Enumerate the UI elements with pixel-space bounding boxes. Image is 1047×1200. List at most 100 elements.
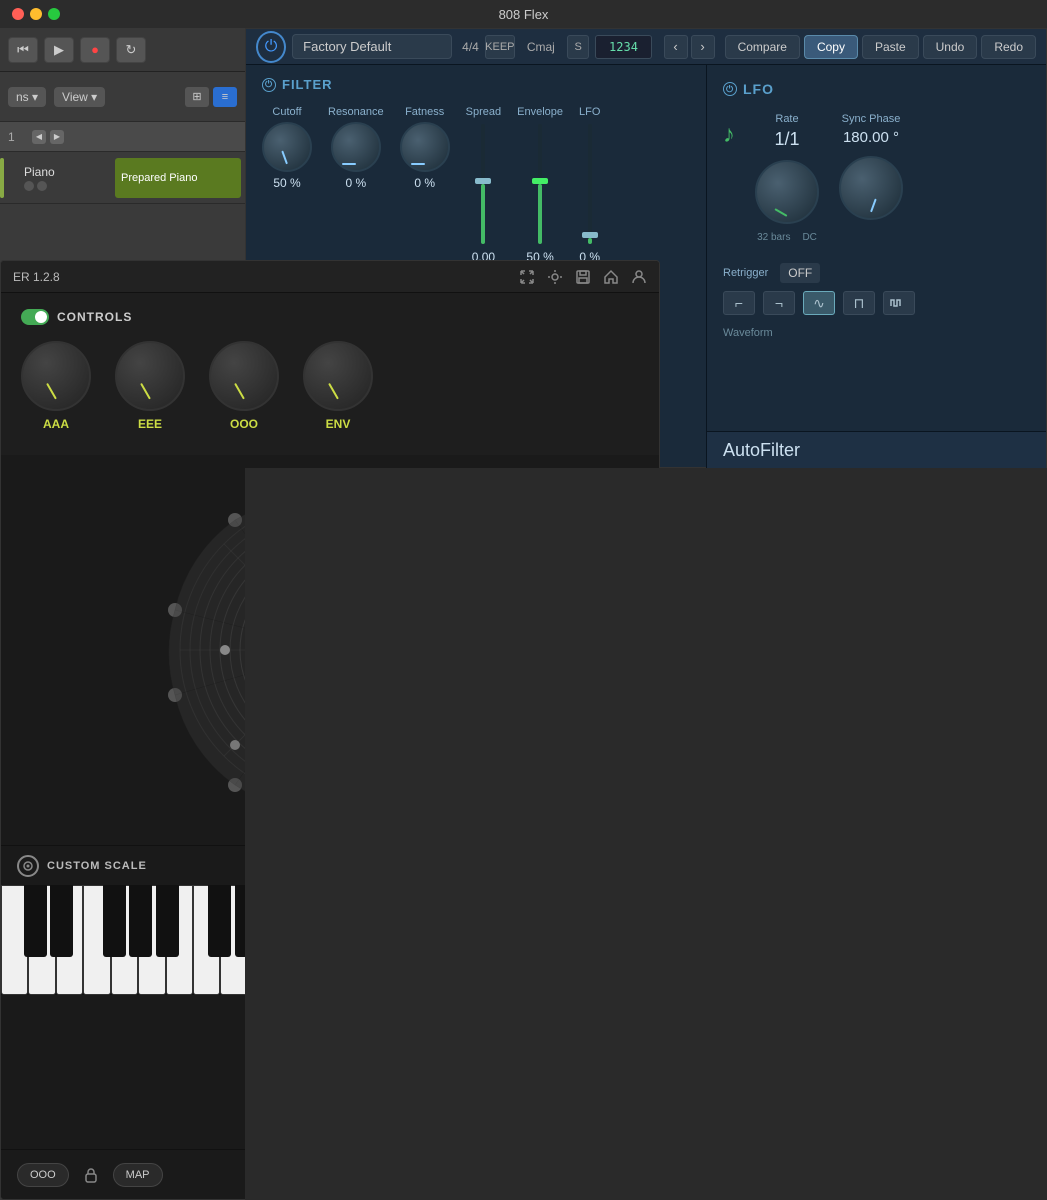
vowel-title-bar: ER 1.2.8 bbox=[1, 261, 659, 293]
autofilter-bar: AutoFilter bbox=[707, 431, 1046, 469]
waveform-ramp-btn[interactable]: ¬ bbox=[763, 291, 795, 315]
lfo-fill bbox=[588, 238, 592, 244]
keep-btn[interactable]: KEEP bbox=[485, 35, 515, 59]
black-key[interactable] bbox=[50, 885, 73, 957]
black-key[interactable] bbox=[24, 885, 47, 957]
maximize-button[interactable] bbox=[48, 8, 60, 20]
lfo-power-btn[interactable]: ⏻ bbox=[723, 82, 737, 96]
lfo-bottom: Retrigger OFF ⌐ ¬ ∿ ⊓ Waveform bbox=[723, 263, 1030, 339]
track-number: 1 bbox=[8, 130, 28, 144]
lfo-label: LFO bbox=[579, 106, 600, 118]
user-icon[interactable] bbox=[631, 269, 647, 285]
track-header-row: 1 ◀ ▶ bbox=[0, 122, 245, 152]
close-button[interactable] bbox=[12, 8, 24, 20]
eee-knob-wrap: EEE bbox=[115, 341, 185, 431]
ooo-map-btn[interactable]: MAP bbox=[113, 1163, 163, 1187]
nav-next-btn[interactable]: › bbox=[691, 35, 715, 59]
s-btn[interactable]: S bbox=[567, 35, 590, 59]
waveform-square-btn[interactable]: ⊓ bbox=[843, 291, 875, 315]
track-row: Piano Prepared Piano bbox=[0, 152, 245, 204]
envelope-slider[interactable] bbox=[538, 124, 542, 244]
fatness-knob[interactable] bbox=[400, 122, 450, 172]
spread-thumb[interactable] bbox=[475, 178, 491, 184]
copy-btn[interactable]: Copy bbox=[804, 35, 858, 59]
vowel-controls: CONTROLS AAA EEE OOO bbox=[1, 293, 659, 455]
play-button[interactable]: ▶ bbox=[44, 37, 74, 63]
retrigger-label: Retrigger bbox=[723, 267, 768, 279]
spread-slider[interactable] bbox=[481, 124, 485, 244]
retrigger-value[interactable]: OFF bbox=[780, 263, 820, 283]
lfo-rate-knob[interactable] bbox=[755, 160, 819, 224]
envelope-label: Envelope bbox=[517, 106, 563, 118]
vowel-knobs: AAA EEE OOO ENV bbox=[21, 341, 639, 431]
nav-prev-btn[interactable]: ‹ bbox=[664, 35, 688, 59]
rewind-button[interactable]: ⏮ bbox=[8, 37, 38, 63]
vowel-icons bbox=[519, 269, 647, 285]
fatness-value: 0 % bbox=[414, 176, 435, 190]
compare-btn[interactable]: Compare bbox=[725, 35, 800, 59]
filter-power[interactable]: ⏻ bbox=[262, 78, 276, 92]
waveform-sawtooth-btn[interactable]: ⌐ bbox=[723, 291, 755, 315]
aaa-knob[interactable] bbox=[21, 341, 91, 411]
save-icon[interactable] bbox=[575, 269, 591, 285]
lfo-rate-label: Rate bbox=[775, 113, 798, 125]
loop-button[interactable]: ↻ bbox=[116, 37, 146, 63]
aaa-indicator bbox=[46, 383, 57, 400]
aaa-label: AAA bbox=[43, 417, 69, 431]
black-key[interactable] bbox=[129, 885, 152, 957]
scale-icon bbox=[17, 855, 39, 877]
record-button[interactable]: ● bbox=[80, 37, 110, 63]
view-dropdown-2[interactable]: View ▾ bbox=[54, 87, 105, 107]
waveform-pulse-btn[interactable] bbox=[883, 291, 915, 315]
plugin-action-btns: Compare Copy Paste Undo Redo bbox=[725, 35, 1036, 59]
lfo-section: ⏻ LFO ♪ Rate 1/1 32 bars DC bbox=[706, 65, 1046, 469]
track-expand-btn[interactable]: ▶ bbox=[50, 130, 64, 144]
eee-knob[interactable] bbox=[115, 341, 185, 411]
track-collapse-btn[interactable]: ◀ bbox=[32, 130, 46, 144]
list-view-icon[interactable]: ≡ bbox=[213, 87, 237, 107]
collapse-icon[interactable] bbox=[519, 269, 535, 285]
time-sig: 4/4 bbox=[462, 40, 479, 54]
lfo-slider[interactable] bbox=[588, 124, 592, 244]
black-key[interactable] bbox=[103, 885, 126, 957]
env-knob[interactable] bbox=[303, 341, 373, 411]
lfo-note-icon-wrap: ♪ bbox=[723, 113, 735, 149]
grid-view-icon[interactable]: ⊞ bbox=[185, 87, 209, 107]
lfo-param: LFO 0 % bbox=[579, 106, 600, 264]
redo-btn[interactable]: Redo bbox=[981, 35, 1036, 59]
scale-text: CUSTOM SCALE bbox=[47, 860, 147, 872]
track-clip[interactable]: Prepared Piano bbox=[115, 158, 241, 198]
paste-btn[interactable]: Paste bbox=[862, 35, 919, 59]
home-icon[interactable] bbox=[603, 269, 619, 285]
controls-toggle[interactable] bbox=[21, 309, 49, 325]
envelope-fill bbox=[538, 184, 542, 244]
envelope-thumb[interactable] bbox=[532, 178, 548, 184]
lfo-rate-value: 1/1 bbox=[774, 129, 799, 150]
cutoff-knob[interactable] bbox=[262, 122, 312, 172]
preset-dropdown[interactable]: Factory Default bbox=[292, 34, 452, 59]
ring-dot-left[interactable] bbox=[220, 645, 230, 655]
env-indicator bbox=[328, 383, 339, 400]
black-key[interactable] bbox=[208, 885, 231, 957]
view-dropdown[interactable]: ns ▾ bbox=[8, 87, 46, 107]
resonance-indicator bbox=[342, 163, 356, 165]
ooo-knob[interactable] bbox=[209, 341, 279, 411]
lfo-rate-indicator bbox=[774, 208, 787, 217]
settings-icon[interactable] bbox=[547, 269, 563, 285]
black-key[interactable] bbox=[156, 885, 179, 957]
eee-label: EEE bbox=[138, 417, 162, 431]
lfo-thumb[interactable] bbox=[582, 232, 598, 238]
undo-btn[interactable]: Undo bbox=[923, 35, 978, 59]
minimize-button[interactable] bbox=[30, 8, 42, 20]
resonance-knob[interactable] bbox=[331, 122, 381, 172]
track-solo-btn[interactable] bbox=[37, 181, 47, 191]
waveform-sine-btn[interactable]: ∿ bbox=[803, 291, 835, 315]
plugin-power-button[interactable]: ⏻ bbox=[256, 31, 286, 63]
track-mute-btn[interactable] bbox=[24, 181, 34, 191]
ooo-btn[interactable]: OOO bbox=[17, 1163, 69, 1187]
window-title: 808 Flex bbox=[499, 7, 549, 22]
waveform-row: ⌐ ¬ ∿ ⊓ bbox=[723, 291, 1030, 315]
ring-dot-bl[interactable] bbox=[230, 740, 240, 750]
env-label: ENV bbox=[326, 417, 351, 431]
lfo-sync-knob[interactable] bbox=[839, 156, 903, 220]
